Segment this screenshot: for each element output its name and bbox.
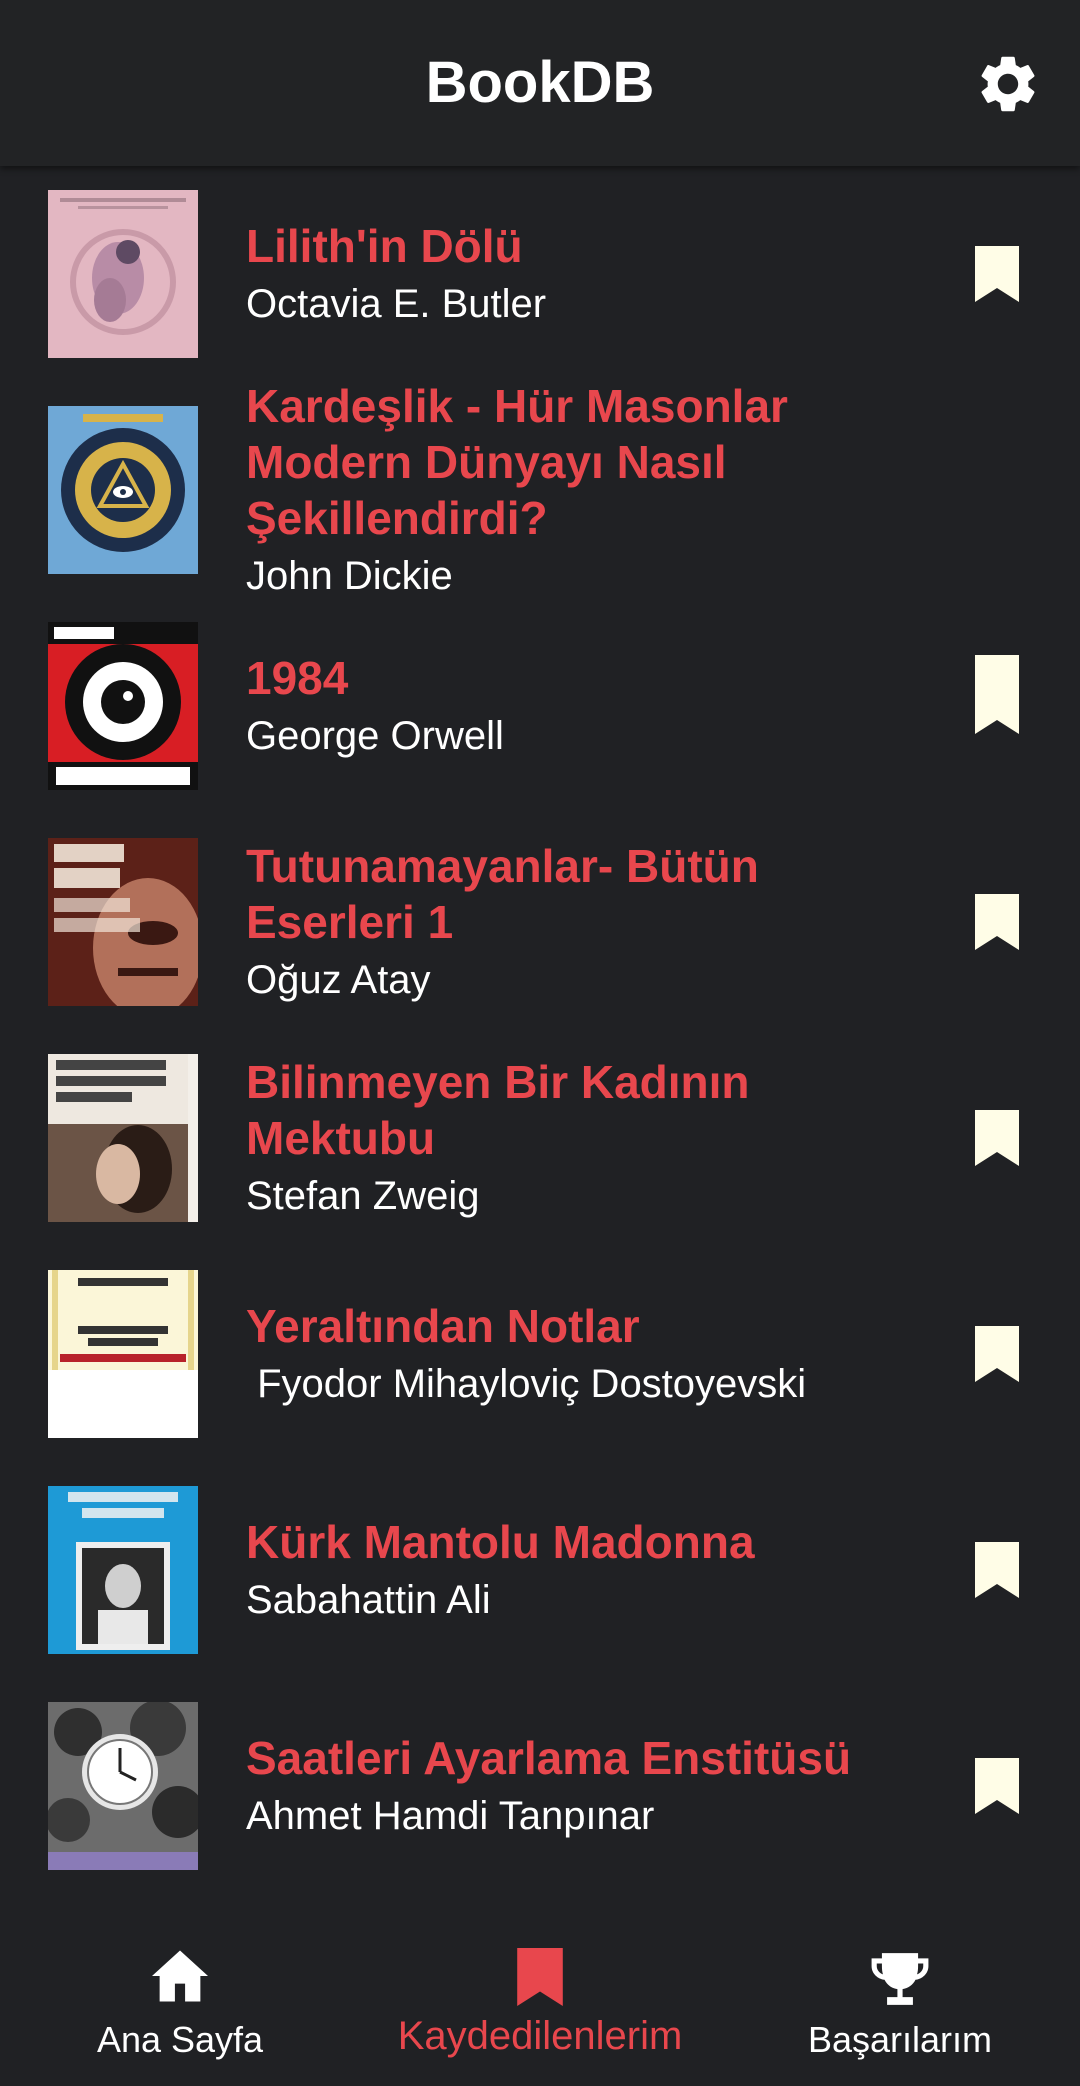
book-title[interactable]: Bilinmeyen Bir Kadının Mektubu [246, 1054, 896, 1166]
bookmark-icon[interactable] [975, 1110, 1019, 1166]
settings-button[interactable] [974, 50, 1042, 118]
trophy-icon [871, 1953, 929, 2005]
bookmark-icon[interactable] [975, 246, 1019, 302]
book-author: Stefan Zweig [246, 1174, 480, 1218]
app-title: BookDB [425, 50, 655, 115]
bottom-navigation: Ana Sayfa Kaydedilenlerim Başarılarım [0, 1906, 1080, 2086]
book-cover [48, 1486, 198, 1654]
book-text: Kürk Mantolu Madonna Sabahattin Ali [246, 1462, 896, 1678]
book-title[interactable]: Kardeşlik - Hür Masonlar Modern Dünyayı … [246, 378, 896, 546]
home-icon [152, 1950, 208, 2002]
book-row[interactable]: Kardeşlik - Hür Masonlar Modern Dünyayı … [0, 380, 1080, 711]
book-title[interactable]: Saatleri Ayarlama Enstitüsü [246, 1730, 896, 1786]
book-author: Octavia E. Butler [246, 282, 547, 326]
bookmark-icon [517, 1948, 563, 2006]
book-row[interactable]: Kürk Mantolu Madonna Sabahattin Ali [0, 1462, 1080, 1678]
bookmark-icon[interactable] [975, 678, 1019, 734]
bookmark-icon[interactable] [975, 1758, 1019, 1814]
book-row[interactable]: 1984 George Orwell [0, 598, 1080, 814]
book-author: John Dickie [246, 554, 453, 598]
book-title[interactable]: 1984 [246, 650, 896, 706]
book-cover [48, 1270, 198, 1438]
bookmark-icon[interactable] [975, 1542, 1019, 1598]
book-cover [48, 406, 198, 574]
book-author: George Orwell [246, 714, 504, 758]
book-cover [48, 838, 198, 1006]
book-title[interactable]: Lilith'in Dölü [246, 218, 896, 274]
nav-item-home[interactable]: Ana Sayfa [60, 1906, 300, 2086]
book-title[interactable]: Tutunamayanlar- Bütün Eserleri 1 [246, 838, 896, 950]
saved-books-list[interactable]: Lilith'in Dölü Octavia E. Butler Kardeşl… [0, 166, 1080, 1906]
book-author: Fyodor Mihayloviç Dostoyevski [246, 1362, 807, 1406]
book-title[interactable]: Yeraltından Notlar [246, 1298, 896, 1354]
nav-label: Başarılarım [807, 2019, 993, 2060]
book-text: Lilith'in Dölü Octavia E. Butler [246, 166, 896, 382]
book-row[interactable]: Saatleri Ayarlama Enstitüsü Ahmet Hamdi … [0, 1678, 1080, 1894]
book-title[interactable]: Kürk Mantolu Madonna [246, 1514, 896, 1570]
book-row[interactable]: Yeraltından Notlar Fyodor Mihayloviç Dos… [0, 1246, 1080, 1462]
book-cover [48, 622, 198, 790]
book-author: Oğuz Atay [246, 958, 431, 1002]
bookmark-icon[interactable] [975, 1326, 1019, 1382]
book-row[interactable]: Bilinmeyen Bir Kadının Mektubu Stefan Zw… [0, 1030, 1080, 1246]
book-cover [48, 1702, 198, 1870]
book-text: Bilinmeyen Bir Kadının Mektubu Stefan Zw… [246, 1030, 896, 1246]
gear-icon [981, 56, 1035, 112]
book-text: Tutunamayanlar- Bütün Eserleri 1 Oğuz At… [246, 814, 896, 1030]
nav-label: Kaydedilenlerim [397, 2014, 683, 2058]
book-text: Kardeşlik - Hür Masonlar Modern Dünyayı … [246, 380, 896, 598]
top-app-bar: BookDB [0, 0, 1080, 166]
book-author: Ahmet Hamdi Tanpınar [246, 1794, 655, 1838]
book-text: 1984 George Orwell [246, 598, 896, 814]
book-cover [48, 190, 198, 358]
book-row[interactable]: Lilith'in Dölü Octavia E. Butler [0, 166, 1080, 382]
nav-item-achievements[interactable]: Başarılarım [780, 1906, 1020, 2086]
nav-item-saved[interactable]: Kaydedilenlerim [380, 1906, 700, 2086]
app-screen: BookDB Lilith'in Dölü Octavia E. Butler … [0, 0, 1080, 2086]
book-cover [48, 1054, 198, 1222]
book-text: Saatleri Ayarlama Enstitüsü Ahmet Hamdi … [246, 1678, 896, 1894]
book-author: Sabahattin Ali [246, 1578, 491, 1622]
book-row[interactable]: Tutunamayanlar- Bütün Eserleri 1 Oğuz At… [0, 814, 1080, 1030]
bookmark-icon[interactable] [975, 894, 1019, 950]
nav-label: Ana Sayfa [96, 2019, 264, 2060]
book-text: Yeraltından Notlar Fyodor Mihayloviç Dos… [246, 1246, 896, 1462]
